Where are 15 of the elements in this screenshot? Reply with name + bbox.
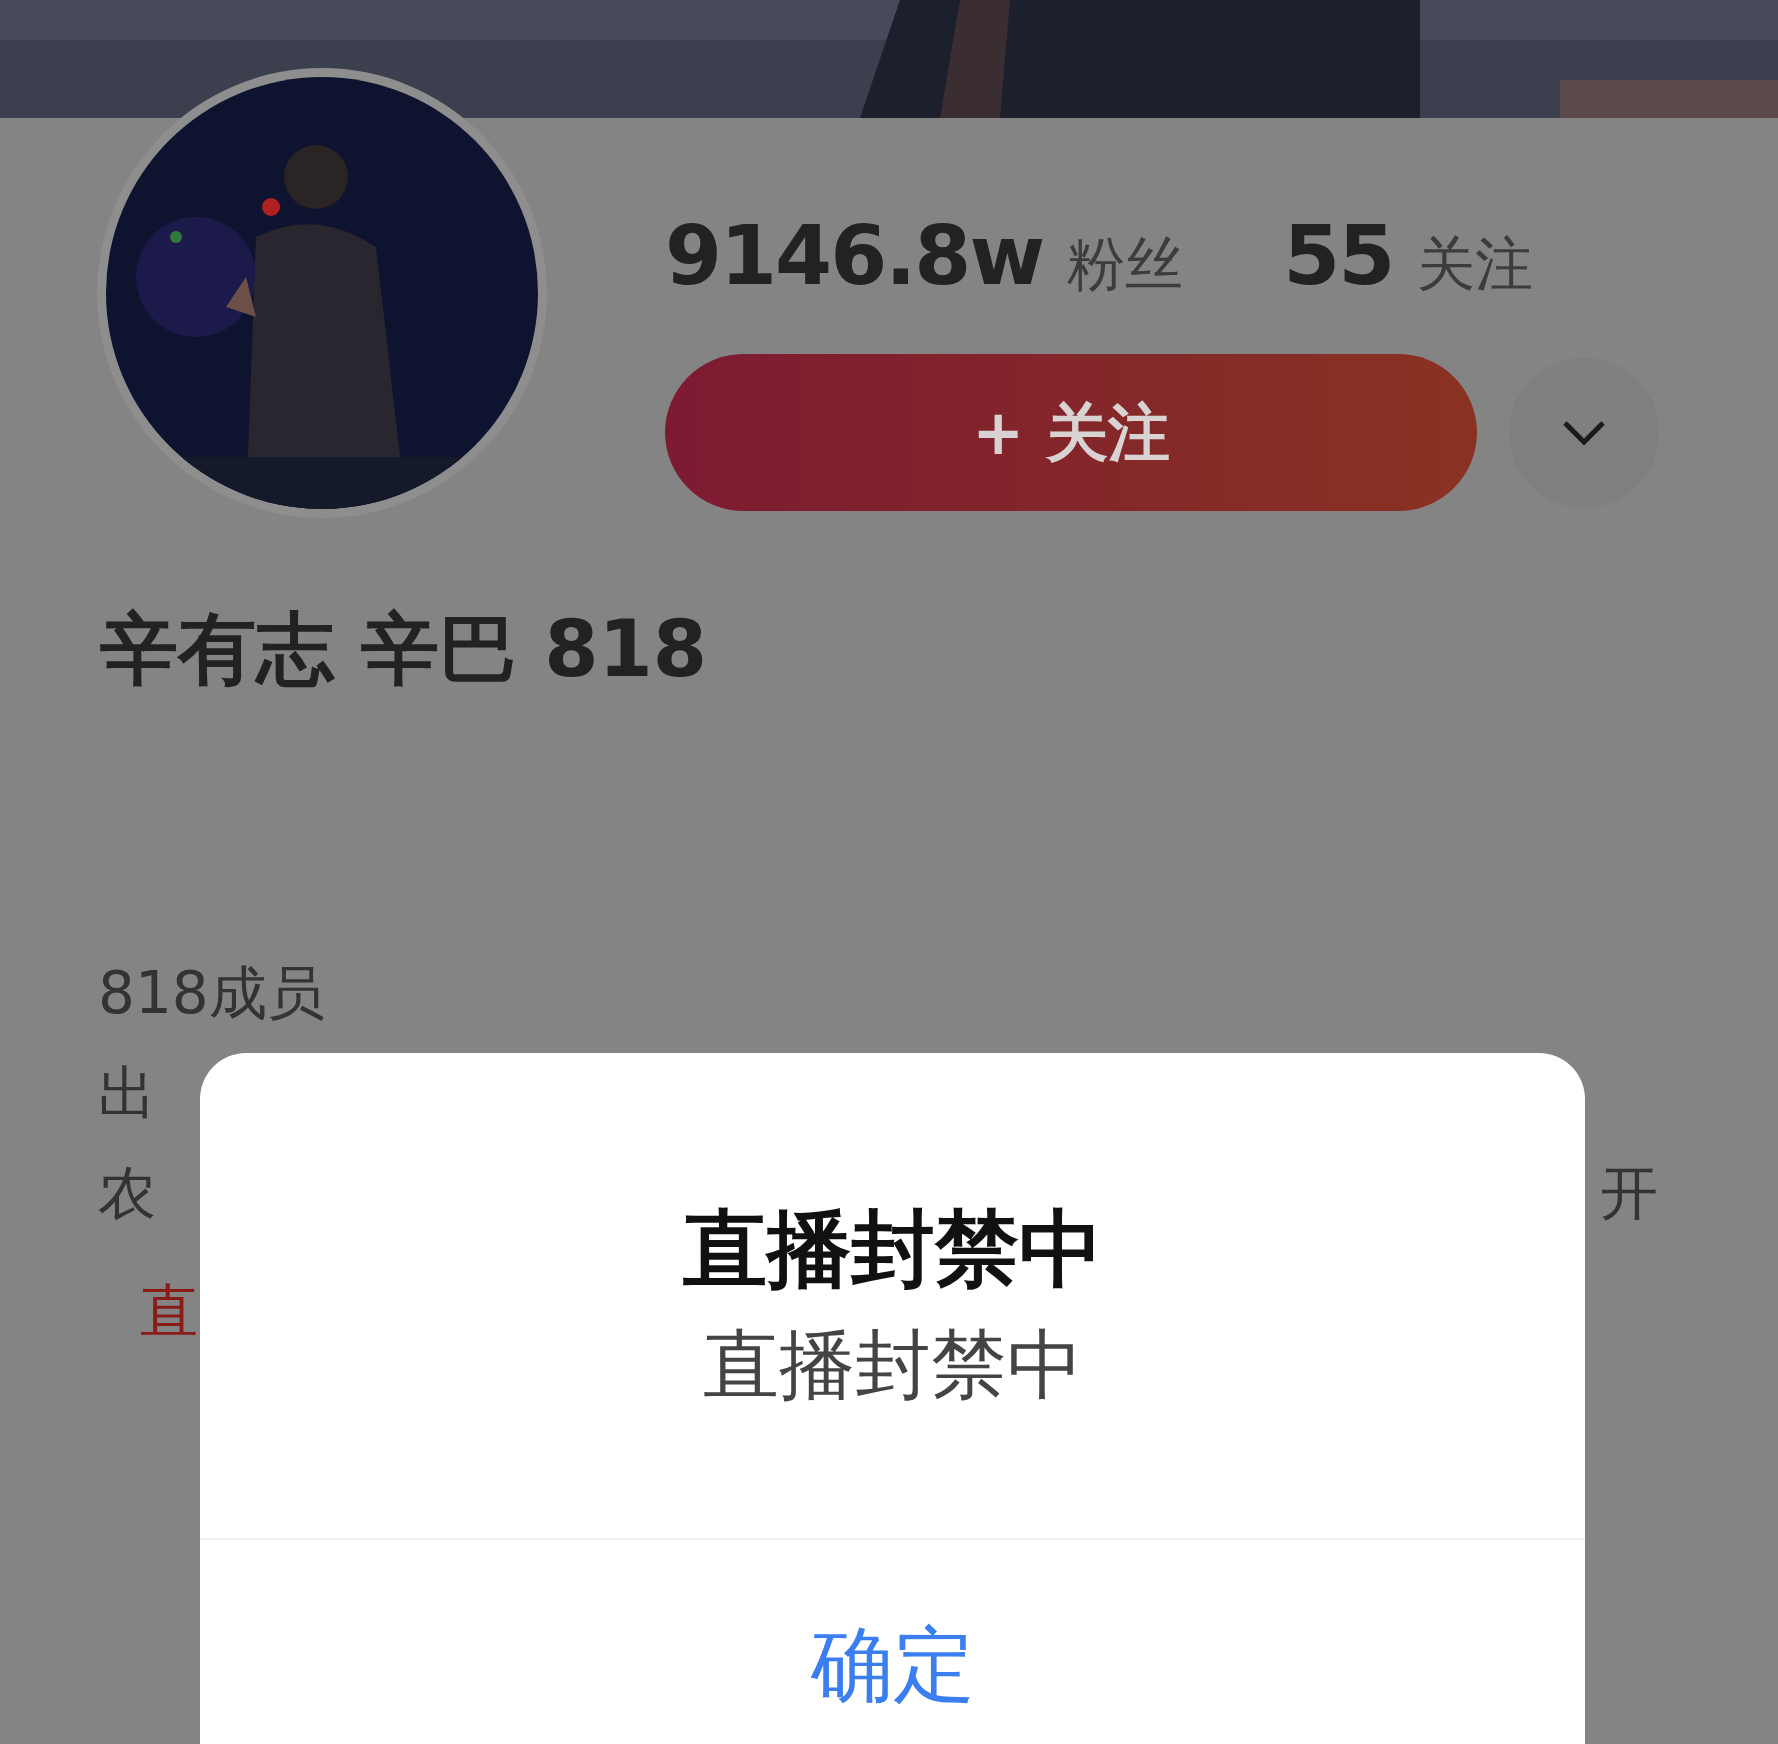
following-label: 关注 [1417, 229, 1534, 300]
live-tag: 直 [140, 1261, 198, 1361]
bio-text: 818成员 [98, 959, 325, 1027]
dialog-title: 直播封禁中 [682, 1199, 1103, 1300]
follower-label: 粉丝 [1067, 229, 1184, 300]
follow-button[interactable]: + 关注 [665, 354, 1477, 511]
expand-link[interactable]: 开 [1600, 1143, 1658, 1243]
following-count: 55 [1283, 208, 1394, 303]
dialog-message: 直播封禁中 [702, 1319, 1083, 1411]
chevron-down-icon [1562, 419, 1606, 446]
bio-text: 出 [98, 1059, 156, 1127]
bio-text: 农 [98, 1158, 156, 1229]
profile-name: 辛有志 辛巴 818 [100, 603, 709, 696]
confirm-button[interactable]: 确定 [804, 1610, 981, 1722]
follower-count: 9146.8w [665, 208, 1044, 303]
